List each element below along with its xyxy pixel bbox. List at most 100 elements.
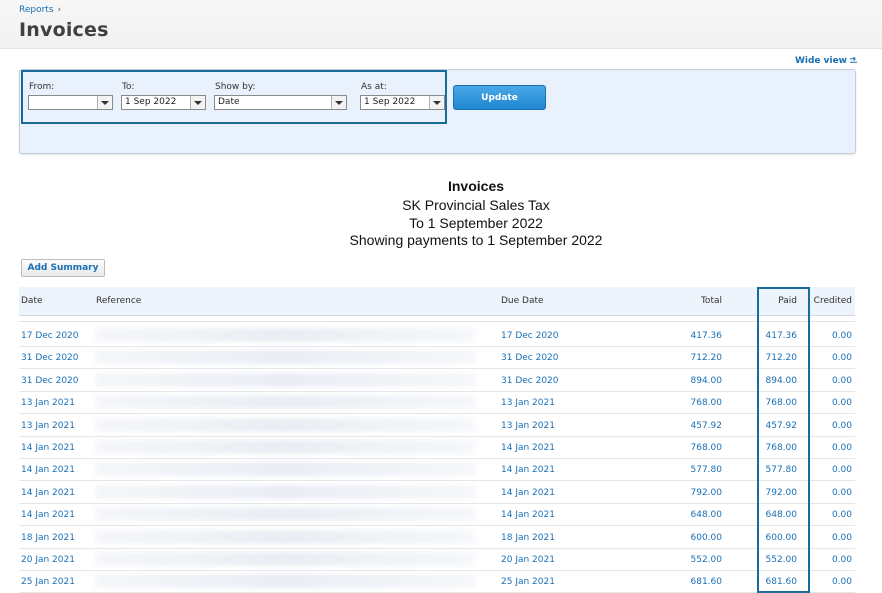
total-link[interactable]: 681.60 [691, 577, 723, 587]
due-date-link[interactable]: 31 Dec 2020 [501, 353, 559, 363]
column-header-paid[interactable]: Paid [778, 296, 797, 306]
due-date-link[interactable]: 14 Jan 2021 [501, 443, 555, 453]
table-row[interactable]: 31 Dec 2020 31 Dec 2020 712.20 712.20 0.00 [19, 346, 855, 370]
due-date-link[interactable]: 14 Jan 2021 [501, 488, 555, 498]
invoice-date-link[interactable]: 14 Jan 2021 [21, 443, 75, 453]
credited-link[interactable]: 0.00 [832, 443, 852, 453]
credited-link[interactable]: 0.00 [832, 510, 852, 520]
invoice-date-link[interactable]: 13 Jan 2021 [21, 398, 75, 408]
total-link[interactable]: 577.80 [691, 465, 723, 475]
total-link[interactable]: 457.92 [691, 421, 723, 431]
page-title: Invoices [19, 19, 109, 41]
table-row[interactable]: 14 Jan 2021 14 Jan 2021 792.00 792.00 0.00 [19, 481, 855, 504]
table-row[interactable]: 31 Dec 2020 31 Dec 2020 894.00 894.00 0.00 [19, 369, 855, 392]
chevron-down-icon[interactable] [429, 96, 444, 109]
total-link[interactable]: 417.36 [691, 331, 723, 341]
credited-link[interactable]: 0.00 [832, 376, 852, 386]
credited-link[interactable]: 0.00 [832, 488, 852, 498]
as-at-date-select[interactable]: 1 Sep 2022 [360, 95, 445, 110]
show-by-label: Show by: [215, 82, 256, 92]
to-date-select[interactable]: 1 Sep 2022 [121, 95, 206, 110]
credited-link[interactable]: 0.00 [832, 331, 852, 341]
reference-blurred [95, 328, 475, 342]
credited-link[interactable]: 0.00 [832, 465, 852, 475]
column-header-total[interactable]: Total [701, 296, 722, 306]
column-header-due-date[interactable]: Due Date [501, 296, 544, 306]
update-button[interactable]: Update [453, 85, 546, 110]
paid-link[interactable]: 792.00 [766, 488, 798, 498]
credited-link[interactable]: 0.00 [832, 555, 852, 565]
total-link[interactable]: 894.00 [691, 376, 723, 386]
due-date-link[interactable]: 18 Jan 2021 [501, 533, 555, 543]
credited-link[interactable]: 0.00 [832, 353, 852, 363]
table-row[interactable]: 14 Jan 2021 14 Jan 2021 577.80 577.80 0.00 [19, 458, 855, 482]
wide-view-label: Wide view [794, 56, 847, 66]
chevron-down-icon[interactable] [97, 96, 112, 109]
paid-link[interactable]: 768.00 [766, 443, 798, 453]
invoice-date-link[interactable]: 17 Dec 2020 [21, 331, 79, 341]
due-date-link[interactable]: 25 Jan 2021 [501, 577, 555, 587]
total-link[interactable]: 712.20 [691, 353, 723, 363]
chevron-down-icon[interactable] [190, 96, 205, 109]
invoice-date-link[interactable]: 31 Dec 2020 [21, 353, 79, 363]
paid-link[interactable]: 648.00 [766, 510, 798, 520]
total-link[interactable]: 648.00 [691, 510, 723, 520]
report-title: Invoices [447, 178, 505, 194]
paid-link[interactable]: 681.60 [766, 577, 798, 587]
due-date-link[interactable]: 13 Jan 2021 [501, 421, 555, 431]
total-link[interactable]: 792.00 [691, 488, 723, 498]
paid-link[interactable]: 457.92 [766, 421, 798, 431]
breadcrumb-reports-link[interactable]: Reports [19, 5, 54, 15]
credited-link[interactable]: 0.00 [832, 533, 852, 543]
credited-link[interactable]: 0.00 [832, 421, 852, 431]
paid-link[interactable]: 894.00 [766, 376, 798, 386]
due-date-link[interactable]: 20 Jan 2021 [501, 555, 555, 565]
due-date-link[interactable]: 13 Jan 2021 [501, 398, 555, 408]
invoice-date-link[interactable]: 13 Jan 2021 [21, 421, 75, 431]
paid-link[interactable]: 712.20 [766, 353, 798, 363]
paid-link[interactable]: 577.80 [766, 465, 798, 475]
from-date-select[interactable] [28, 95, 113, 110]
table-row[interactable]: 20 Jan 2021 20 Jan 2021 552.00 552.00 0.00 [19, 548, 855, 571]
credited-link[interactable]: 0.00 [832, 577, 852, 587]
due-date-link[interactable]: 17 Dec 2020 [501, 331, 559, 341]
total-link[interactable]: 768.00 [691, 398, 723, 408]
due-date-link[interactable]: 14 Jan 2021 [501, 465, 555, 475]
invoice-date-link[interactable]: 14 Jan 2021 [21, 488, 75, 498]
invoice-date-link[interactable]: 14 Jan 2021 [21, 510, 75, 520]
reference-blurred [95, 395, 475, 410]
breadcrumb: Reports › [19, 5, 61, 15]
chevron-down-icon[interactable] [331, 96, 346, 109]
add-summary-button[interactable]: Add Summary [21, 259, 105, 277]
total-link[interactable]: 600.00 [691, 533, 723, 543]
invoice-date-link[interactable]: 20 Jan 2021 [21, 555, 75, 565]
invoice-date-link[interactable]: 31 Dec 2020 [21, 376, 79, 386]
table-row[interactable]: 18 Jan 2021 18 Jan 2021 600.00 600.00 0.00 [19, 526, 855, 549]
show-by-select[interactable]: Date [214, 95, 347, 110]
reference-blurred [95, 350, 475, 365]
expand-icon [850, 57, 857, 63]
table-row[interactable]: 14 Jan 2021 14 Jan 2021 768.00 768.00 0.00 [19, 436, 855, 459]
column-header-date[interactable]: Date [21, 296, 43, 306]
table-row[interactable]: 13 Jan 2021 13 Jan 2021 457.92 457.92 0.00 [19, 414, 855, 437]
column-header-reference[interactable]: Reference [96, 296, 141, 306]
invoice-date-link[interactable]: 14 Jan 2021 [21, 465, 75, 475]
total-link[interactable]: 552.00 [691, 555, 723, 565]
table-row[interactable]: 17 Dec 2020 17 Dec 2020 417.36 417.36 0.00 [19, 324, 855, 347]
due-date-link[interactable]: 31 Dec 2020 [501, 376, 559, 386]
paid-link[interactable]: 552.00 [766, 555, 798, 565]
wide-view-link[interactable]: Wide view [795, 56, 857, 66]
total-link[interactable]: 768.00 [691, 443, 723, 453]
credited-link[interactable]: 0.00 [832, 398, 852, 408]
as-at-label: As at: [361, 82, 387, 92]
invoice-date-link[interactable]: 18 Jan 2021 [21, 533, 75, 543]
due-date-link[interactable]: 14 Jan 2021 [501, 510, 555, 520]
table-row[interactable]: 25 Jan 2021 25 Jan 2021 681.60 681.60 0.00 [19, 570, 855, 593]
paid-link[interactable]: 417.36 [766, 331, 798, 341]
column-header-credited[interactable]: Credited [814, 296, 852, 306]
table-row[interactable]: 13 Jan 2021 13 Jan 2021 768.00 768.00 0.00 [19, 391, 855, 415]
paid-link[interactable]: 600.00 [766, 533, 798, 543]
invoice-date-link[interactable]: 25 Jan 2021 [21, 577, 75, 587]
table-row[interactable]: 14 Jan 2021 14 Jan 2021 648.00 648.00 0.00 [19, 503, 855, 527]
paid-link[interactable]: 768.00 [766, 398, 798, 408]
